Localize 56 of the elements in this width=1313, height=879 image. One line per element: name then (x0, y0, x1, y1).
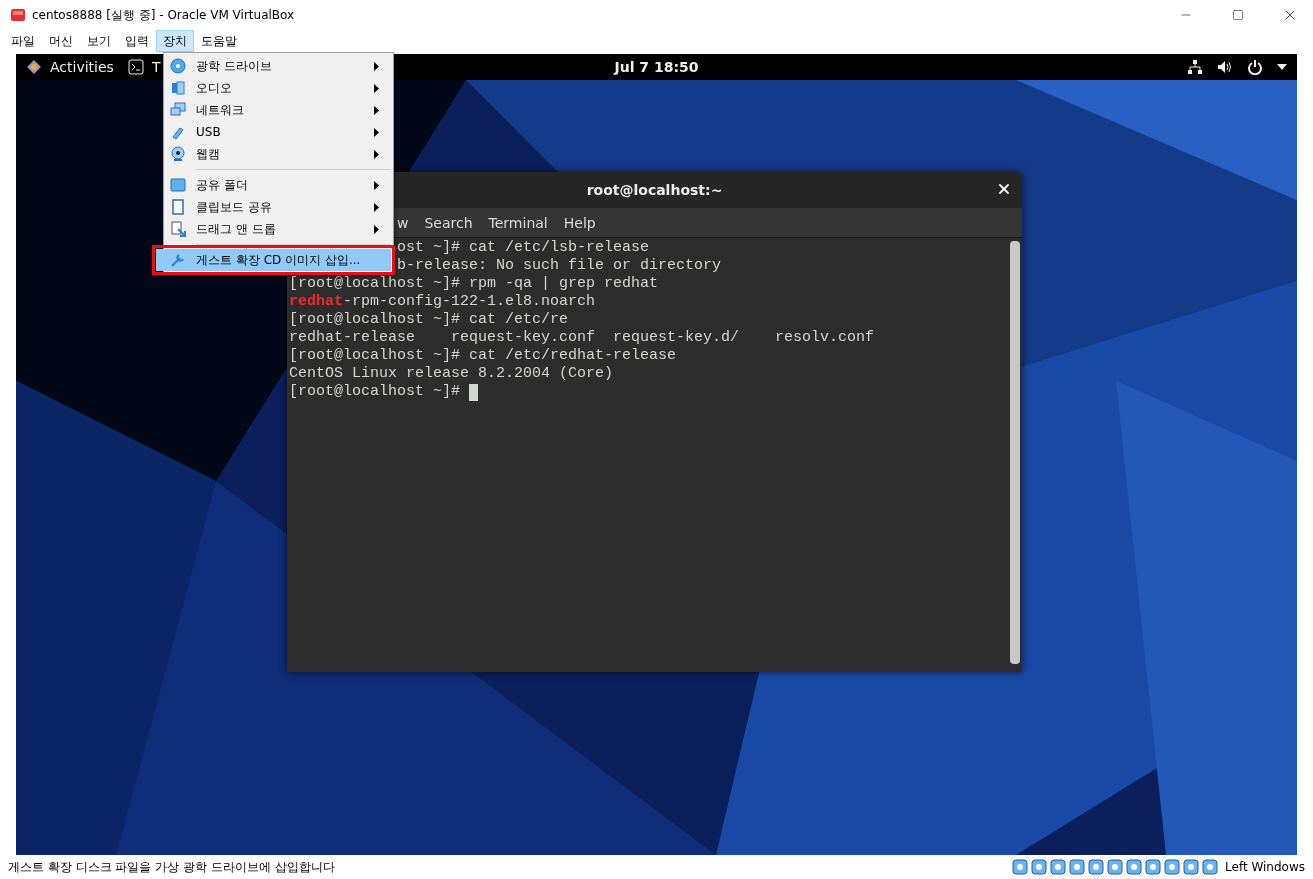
terminal-line: ost ~]# cat /etc/lsb-release (397, 239, 650, 257)
menu-label: USB (195, 125, 222, 139)
menu-item[interactable]: w (397, 214, 409, 231)
app-menu[interactable]: T (151, 59, 161, 75)
terminal-line: CentOS Linux release 8.2.2004 (Core) (289, 365, 614, 383)
menu-item[interactable]: 네트워크 (166, 99, 391, 121)
menu-item[interactable]: 장치 (156, 30, 194, 52)
scrollbar[interactable] (1010, 241, 1020, 664)
terminal-line: [root@localhost ~]# cat /etc/redhat-release (289, 347, 677, 365)
activities-icon (26, 59, 42, 75)
terminal-line: redhat-rpm-config-122-1.el8.noarch (289, 293, 596, 311)
wrench-icon (170, 252, 186, 268)
menu-item[interactable]: 광학 드라이브 (166, 55, 391, 77)
terminal-line: [root@localhost ~]# cat /etc/re (289, 311, 569, 329)
menu-item[interactable]: 클립보드 공유 (166, 196, 391, 218)
menu-item[interactable]: 머신 (42, 30, 80, 52)
terminal-line: [root@localhost ~]# rpm -qa | grep redhat (289, 275, 659, 293)
menu-label: 게스트 확장 CD 이미지 삽입... (195, 251, 362, 269)
volume-icon[interactable] (1217, 59, 1233, 75)
menu-label: 네트워크 (195, 101, 245, 119)
clipboard-icon (170, 199, 186, 215)
menu-item[interactable]: 보기 (80, 30, 118, 52)
menu-item[interactable]: USB (166, 121, 391, 143)
menu-label: 광학 드라이브 (195, 57, 273, 75)
terminal-line: [root@localhost ~]# (289, 383, 462, 401)
terminal-line: b-release: No such file or directory (397, 257, 722, 275)
menu-item[interactable]: 드래그 앤 드롭 (166, 218, 391, 240)
menu-label: 클립보드 공유 (195, 198, 273, 216)
host-key: Left Windows (1225, 860, 1305, 874)
clock[interactable]: Jul 7 18:50 (614, 59, 699, 75)
webcam-icon (170, 146, 186, 162)
menu-item[interactable]: 입력 (118, 30, 156, 52)
menu-item[interactable]: Terminal (488, 214, 548, 231)
menu-item[interactable]: 도움말 (194, 30, 244, 52)
terminal-icon (127, 59, 144, 75)
caret-icon[interactable] (1277, 64, 1287, 70)
maximize-icon[interactable] (1232, 9, 1244, 21)
menu-label: 오디오 (195, 79, 233, 97)
status-message: 게스트 확장 디스크 파일을 가상 광학 드라이브에 삽입합니다 (8, 858, 336, 876)
close-button[interactable] (996, 181, 1012, 197)
activities-button[interactable]: Activities (50, 59, 114, 75)
menu-item[interactable]: 공유 폴더 (166, 174, 391, 196)
menu-item[interactable]: 파일 (4, 30, 42, 52)
menu-item[interactable]: Search (424, 214, 473, 231)
menu-label: 드래그 앤 드롭 (195, 220, 277, 238)
terminal-line: redhat-release request-key.conf request-key.d/ resolv.conf (289, 329, 875, 347)
drag-drop-icon (170, 221, 186, 237)
menu-item[interactable]: 오디오 (166, 77, 391, 99)
terminal-title: root@localhost:~ (586, 182, 723, 198)
menu-label: 공유 폴더 (195, 176, 249, 194)
window-title: centos8888 [실행 중] - Oracle VM VirtualBox (32, 6, 296, 24)
app-logo-icon (10, 7, 26, 23)
power-icon[interactable] (1247, 59, 1263, 75)
menu-label: 웹캠 (195, 145, 221, 163)
menu-item[interactable]: 웹캠 (166, 143, 391, 165)
menu-item[interactable]: Help (563, 214, 596, 231)
